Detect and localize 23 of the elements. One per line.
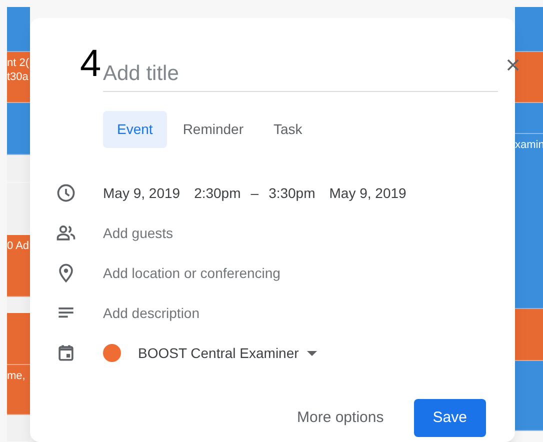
title-field[interactable]: Add title <box>103 57 498 91</box>
event-text: 0 Ad <box>7 239 30 253</box>
end-date[interactable]: May 9, 2019 <box>329 182 406 204</box>
tab[interactable]: Task <box>260 111 316 148</box>
start-date[interactable]: May 9, 2019 <box>103 182 180 204</box>
location-field[interactable]: Add location or conferencing <box>103 262 280 284</box>
save-button[interactable]: Save <box>414 399 486 437</box>
event-text: t30a <box>7 70 30 84</box>
step-number: 4 <box>80 42 102 86</box>
tab[interactable]: Reminder <box>168 111 258 148</box>
guests-field[interactable]: Add guests <box>103 222 174 244</box>
dash-text: – <box>250 184 259 202</box>
clock-icon <box>55 182 77 204</box>
caret-icon <box>306 350 317 356</box>
start-time[interactable]: 2:30pm <box>194 182 241 204</box>
end-time[interactable]: 3:30pm <box>268 182 316 204</box>
event-text: nt 2( <box>7 56 30 70</box>
more-options-button[interactable]: More options <box>285 399 396 437</box>
close-icon[interactable] <box>505 57 521 73</box>
event-text: me, <box>7 369 26 383</box>
tab[interactable]: Event <box>103 111 167 148</box>
calendar-dropdown[interactable]: BOOST Central Examiner <box>138 342 317 364</box>
description-field[interactable]: Add description <box>103 302 200 324</box>
